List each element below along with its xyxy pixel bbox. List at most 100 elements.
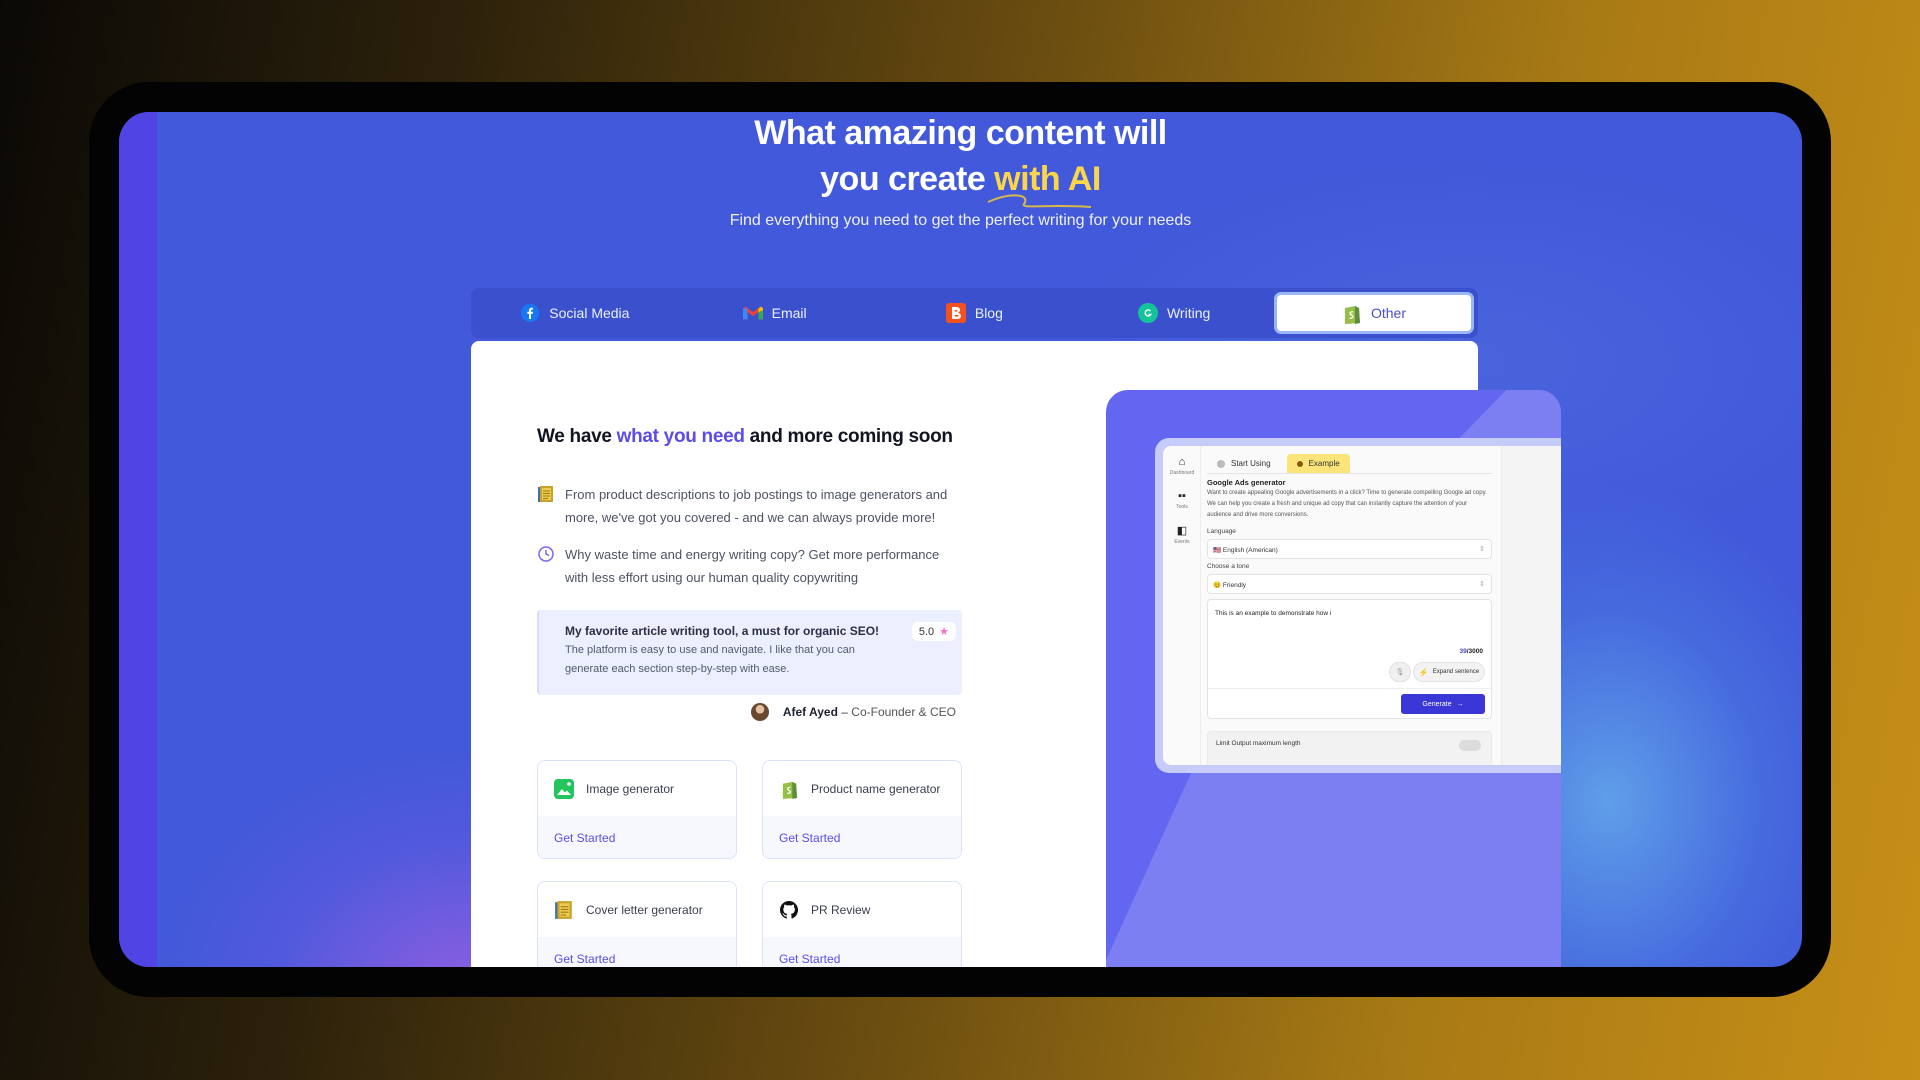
- mock-sidebar-label: Dashboard: [1169, 470, 1195, 476]
- mock-sidebar-item: ▪▪ Tools: [1163, 490, 1201, 510]
- mock-language-select: 🇺🇸 English (American): [1207, 539, 1492, 559]
- tool-card-pr-review[interactable]: PR Review Get Started: [762, 881, 962, 967]
- mock-divider: [1208, 688, 1491, 689]
- tab-blog[interactable]: Blog: [875, 292, 1075, 334]
- mock-input-text: This is an example to demonstrate how i: [1215, 610, 1332, 617]
- tool-name: Product name generator: [811, 781, 941, 796]
- mock-tab-label: Start Using: [1231, 459, 1271, 468]
- underline-swoosh-icon: [987, 194, 1092, 208]
- rating-value: 5.0: [918, 625, 935, 638]
- content-card: We have what you need and more coming so…: [471, 341, 1561, 967]
- mock-tool-desc: Want to create appealing Google advertis…: [1207, 490, 1487, 518]
- mock-app-window: ⌂ Dashboard ▪▪ Tools ◧ Events Start Using E…: [1163, 446, 1561, 765]
- mock-tab-start-using: Start Using: [1207, 454, 1281, 473]
- tool-card-product-name-generator[interactable]: Product name generator Get Started: [762, 760, 962, 859]
- category-tabs: Social Media Email Blog Writing Other: [471, 288, 1478, 338]
- tool-name: Image generator: [586, 781, 675, 796]
- mock-generate-button: Generate →: [1401, 694, 1485, 714]
- mock-sidebar-item: ⌂ Dashboard: [1163, 456, 1201, 476]
- tab-other[interactable]: Other: [1274, 292, 1474, 334]
- tab-label: Other: [1370, 305, 1406, 321]
- gmail-icon: [742, 303, 763, 323]
- pencil-icon: [1217, 459, 1225, 468]
- tool-card-cover-letter-generator[interactable]: Cover letter generator Get Started: [537, 881, 737, 967]
- facebook-icon: [520, 303, 540, 323]
- mock-tab-example: Example: [1286, 454, 1350, 473]
- hero-title-highlight: with AI: [987, 160, 1101, 208]
- author-role: Co-Founder & CEO: [851, 705, 956, 719]
- avatar: [750, 703, 769, 721]
- mock-language-label: Language: [1207, 528, 1236, 535]
- testimonial-title: My favorite article writing tool, a must…: [565, 624, 880, 638]
- mock-tab-label: Example: [1308, 459, 1340, 468]
- mock-toggle: [1459, 740, 1481, 751]
- tab-label: Email: [771, 305, 807, 321]
- mock-limit-label: Limit Output maximum length: [1216, 740, 1301, 747]
- home-icon: ⌂: [1178, 456, 1186, 468]
- blogger-icon: [945, 303, 966, 323]
- info-icon: [1296, 460, 1303, 467]
- mock-tone-select: 😊 Friendly: [1207, 574, 1492, 594]
- author-separator: –: [837, 705, 852, 719]
- feature-item: From product descriptions to job posting…: [537, 483, 962, 529]
- events-icon: ◧: [1176, 525, 1188, 537]
- tab-label: Social Media: [549, 305, 630, 321]
- hero-title-prefix: you create: [820, 160, 995, 198]
- mock-app-screenshot: ⌂ Dashboard ▪▪ Tools ◧ Events Start Using E…: [1155, 438, 1561, 773]
- mock-tabs: Start Using Example: [1207, 454, 1492, 474]
- tools-icon: ▪▪: [1178, 490, 1186, 502]
- tab-label: Blog: [974, 305, 1003, 321]
- title-suffix: and more coming soon: [744, 426, 953, 447]
- mock-generate-label: Generate: [1422, 700, 1452, 708]
- mock-limit-row: Limit Output maximum length: [1207, 731, 1492, 765]
- promo-panel: ⌂ Dashboard ▪▪ Tools ◧ Events Start Using E…: [1106, 390, 1561, 967]
- mock-expand-label: Expand sentence: [1432, 669, 1480, 675]
- mock-sidebar-item: ◧ Events: [1163, 524, 1201, 545]
- testimonial-author: Afef Ayed – Co-Founder & CEO: [750, 703, 956, 721]
- tool-name: PR Review: [811, 902, 871, 917]
- feature-text: From product descriptions to job posting…: [565, 487, 948, 525]
- feature-text: Why waste time and energy writing copy? …: [565, 547, 940, 585]
- arrow-right-icon: →: [1456, 700, 1464, 708]
- get-started-link[interactable]: Get Started: [763, 816, 961, 858]
- mock-sidebar-label: Tools: [1176, 504, 1188, 510]
- testimonial-body: The platform is easy to use and navigate…: [565, 644, 855, 675]
- github-icon: [779, 900, 799, 920]
- mock-right-panel: [1501, 446, 1561, 765]
- lightning-icon: ⚡: [1418, 667, 1429, 677]
- shopify-icon: [1342, 303, 1362, 324]
- notebook-icon: [538, 486, 553, 502]
- star-icon: ★: [939, 626, 949, 638]
- shopify-icon: [779, 779, 799, 799]
- rating-badge: 5.0 ★: [911, 622, 956, 641]
- notebook-icon: [554, 900, 574, 920]
- mock-main: Start Using Example Google Ads generator…: [1207, 446, 1497, 765]
- mock-tone-label: Choose a tone: [1207, 563, 1250, 570]
- mock-textarea: This is an example to demonstrate how i …: [1207, 599, 1492, 719]
- title-prefix: We have: [537, 426, 617, 447]
- hero-title-line2: you create with AI: [820, 160, 1101, 208]
- mock-count-max: /3000: [1466, 648, 1483, 655]
- mock-sidebar: ⌂ Dashboard ▪▪ Tools ◧ Events: [1163, 446, 1201, 765]
- tool-card-image-generator[interactable]: Image generator Get Started: [537, 760, 737, 859]
- get-started-link[interactable]: Get Started: [538, 816, 736, 858]
- grammarly-icon: [1137, 303, 1158, 323]
- tab-writing[interactable]: Writing: [1074, 292, 1274, 334]
- image-icon: [554, 778, 574, 799]
- get-started-link[interactable]: Get Started: [763, 937, 961, 967]
- get-started-link[interactable]: Get Started: [538, 937, 736, 967]
- hero-title: What amazing content will you create wit…: [119, 112, 1802, 208]
- tab-email[interactable]: Email: [675, 292, 875, 334]
- microphone-icon: 🎙: [1389, 662, 1411, 682]
- tool-name: Cover letter generator: [586, 902, 703, 917]
- mock-expand-button: ⚡ Expand sentence: [1413, 662, 1485, 682]
- hero-subtitle: Find everything you need to get the perf…: [729, 212, 1192, 229]
- testimonial: My favorite article writing tool, a must…: [537, 610, 962, 695]
- mock-count-current: 39: [1459, 648, 1467, 655]
- author-name: Afef Ayed: [782, 705, 838, 719]
- tab-label: Writing: [1166, 305, 1211, 321]
- title-accent: what you need: [616, 426, 745, 447]
- feature-item: Why waste time and energy writing copy? …: [537, 543, 962, 589]
- hero-title-line1: What amazing content will: [754, 114, 1167, 152]
- tab-social-media[interactable]: Social Media: [475, 292, 675, 334]
